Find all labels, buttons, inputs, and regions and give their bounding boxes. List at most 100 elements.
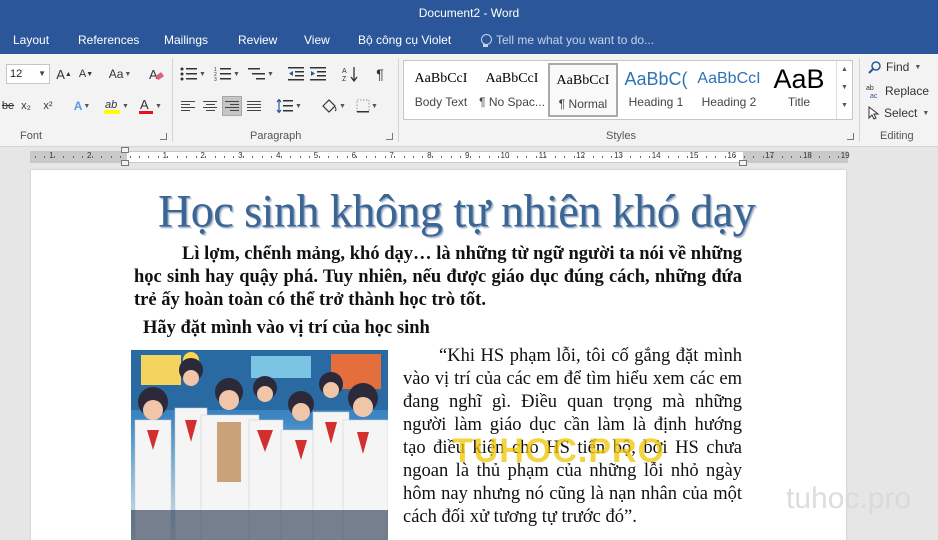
ruler-tick [687,156,689,158]
font-group-label: Font [20,130,43,142]
chevron-down-icon[interactable]: ▼ [837,79,852,97]
font-size-combo[interactable]: 12 ▼ [6,64,50,84]
sort-button[interactable]: AZ [340,64,360,84]
superscript-icon: x² [43,100,53,112]
subscript-button[interactable]: x₂ [16,96,36,116]
replace-label: Replace [885,84,930,98]
style-heading-1[interactable]: AaBbC( Heading 1 [621,63,691,117]
ruler-tick [535,156,537,158]
style-title[interactable]: AaB Title [764,63,834,117]
tab-references[interactable]: References [78,33,139,47]
ruler-tick [375,156,377,158]
ruler-tick [753,156,755,158]
styles-group-label: Styles [606,130,636,142]
horizontal-ruler[interactable]: 2 1 1 2 3 4 5 6 7 8 9 10 11 12 13 14 15 16 17 18 19 [30,151,850,163]
ruler-tick [545,156,547,158]
font-dialog-launcher[interactable] [160,133,167,140]
window-title: Document2 - Word [0,0,938,26]
align-left-button[interactable] [178,96,198,116]
ruler-tick [309,156,311,158]
ruler-tick [384,156,386,158]
superscript-button[interactable]: x² [38,96,58,116]
ruler-tick [602,156,603,158]
tell-me-placeholder: Tell me what you want to do... [496,33,655,47]
classroom-photo[interactable] [131,350,388,540]
tab-layout[interactable]: Layout [13,33,49,47]
ruler-tick [516,156,518,158]
select-button[interactable]: Select ▼ [868,106,929,120]
style-normal[interactable]: AaBbCcI ¶ Normal [548,63,618,117]
text-effects-button[interactable]: A ▼ [68,96,96,116]
replace-icon: abac [866,85,878,99]
right-indent-marker[interactable] [739,160,747,166]
borders-button[interactable]: ▼ [352,96,382,116]
svg-text:A: A [149,67,158,82]
ruler-tick [743,156,745,158]
style-no-spacing[interactable]: AaBbCcI ¶ No Spac... [477,63,547,117]
strikethrough-icon: be [1,100,15,112]
highlighter-icon: ab [104,99,121,114]
grow-font-button[interactable]: A ▲ [54,64,74,84]
numbering-button[interactable]: 1 2 3 ▼ [212,64,242,84]
highlight-button[interactable]: ab ▼ [102,96,130,116]
multilevel-list-button[interactable]: ▼ [246,64,276,84]
style-heading-2[interactable]: AaBbCcI Heading 2 [694,63,764,117]
tab-review[interactable]: Review [238,33,277,47]
align-right-button[interactable] [222,96,242,116]
ruler-tick [554,156,556,158]
chevron-up-icon[interactable]: ▲ [837,61,852,79]
font-color-button[interactable]: A ▼ [136,96,164,116]
section-heading: Hãy đặt mình vào vị trí của học sinh [143,318,430,338]
tab-view[interactable]: View [304,33,330,47]
students-image [131,350,388,540]
ruler-tick [138,156,140,158]
show-formatting-button[interactable]: ¶ [370,64,390,84]
ruler-tick [639,156,641,158]
ruler-tick [649,156,651,158]
justify-button[interactable] [244,96,264,116]
ruler-tick [44,156,46,158]
tab-violet[interactable]: Bộ công cụ Violet [358,33,451,47]
tell-me-box[interactable]: Tell me what you want to do... [480,33,654,47]
find-button[interactable]: Find ▼ [868,60,921,74]
replace-button[interactable]: ab ac Replace [866,83,929,99]
ruler-tick [460,156,462,158]
style-sample: AaBbCcI [414,71,468,86]
increase-indent-button[interactable] [308,64,328,84]
paragraph-group-label: Paragraph [250,130,302,142]
align-right-icon [225,100,239,112]
bullets-button[interactable]: ▼ [178,64,208,84]
find-label: Find [886,60,910,74]
clear-formatting-button[interactable]: A [146,64,166,84]
shrink-font-button[interactable]: A ▼ [76,64,96,84]
ruler-tick [781,156,783,158]
ruler-tick [800,156,802,158]
ruler-tick [611,156,613,158]
align-center-icon [203,100,217,112]
gallery-scrollbar[interactable]: ▲ ▼ ▼ [836,61,852,119]
style-name: Body Text [414,95,468,109]
style-body-text[interactable]: AaBbCcI Body Text [406,63,476,117]
first-line-indent-marker[interactable] [121,147,129,153]
ruler-tick [72,156,74,158]
clear-formatting-icon: A [149,67,164,82]
line-spacing-button[interactable]: ▼ [274,96,304,116]
borders-icon [356,99,370,113]
paragraph-dialog-launcher[interactable] [386,133,393,140]
tab-mailings[interactable]: Mailings [164,33,208,47]
hanging-indent-marker[interactable] [121,160,129,166]
ruler-tick [35,156,36,158]
ruler-tick [762,156,764,158]
shading-button[interactable]: ▼ [318,96,348,116]
ruler-tick [573,156,575,158]
more-styles-icon[interactable]: ▼ [837,97,852,115]
ruler-tick [431,156,433,158]
change-case-button[interactable]: Aa ▼ [104,64,136,84]
ruler-tick [498,156,500,158]
align-center-button[interactable] [200,96,220,116]
ruler-tick [696,156,698,158]
decrease-indent-button[interactable] [286,64,306,84]
styles-dialog-launcher[interactable] [847,133,854,140]
svg-text:Z: Z [342,76,347,82]
ruler-tick [772,156,774,158]
